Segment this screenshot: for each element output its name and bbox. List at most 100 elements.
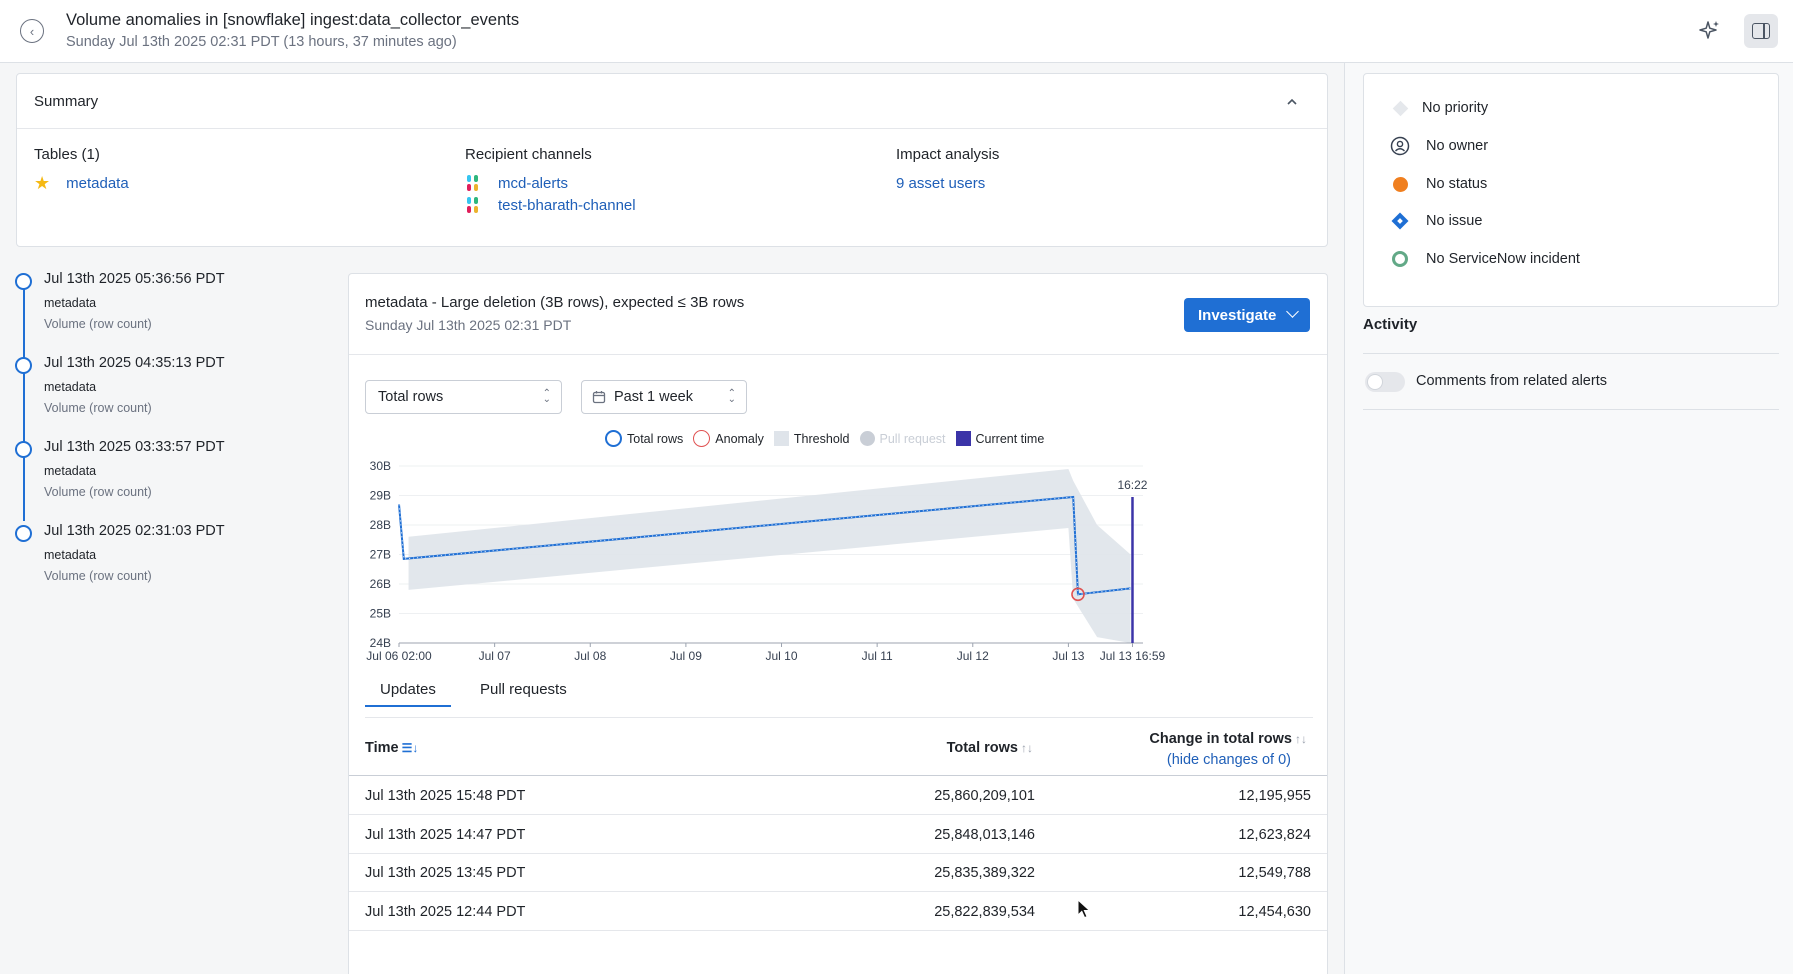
legend-label: Threshold [793,431,850,446]
issue-field[interactable]: No issue [1390,211,1482,231]
cell-total: 25,860,209,101 [934,788,1035,804]
x-tick-label: Jul 08 [574,649,606,663]
page-title: Volume anomalies in [snowflake] ingest:d… [66,11,520,29]
volume-chart: 30B 29B 28B 27B 26B 25B 24BJul 06 02:00 Jul 07 J… [366,459,1166,663]
legend-label: Current time [975,431,1045,446]
tables-heading: Tables (1) [34,146,100,163]
back-icon[interactable]: ‹ [20,19,44,43]
table-row[interactable]: Jul 13th 2025 15:48 PDT 25,860,209,101 12,… [349,777,1327,815]
servicenow-label: No ServiceNow incident [1426,251,1580,267]
owner-field[interactable]: No owner [1390,136,1488,156]
timeline-dot [15,525,32,542]
legend-label: Pull request [879,431,946,446]
sort-icon: ☰↓ [401,741,419,755]
card-subtitle: Sunday Jul 13th 2025 02:31 PDT [365,317,572,333]
timeline-time: Jul 13th 2025 02:31:03 PDT [44,523,225,539]
cell-change: 12,623,824 [1238,826,1311,843]
x-tick-label: Jul 13 16:59 [1100,649,1166,663]
anomaly-detail-card: metadata - Large deletion (3B rows), exp… [348,273,1328,974]
chart-legend: Total rows Anomaly Threshold Pull reques… [605,430,1054,447]
channel-link[interactable]: test-bharath-channel [465,194,636,216]
mouse-cursor-icon [1077,899,1091,919]
priority-field[interactable]: No priority [1390,98,1488,118]
timeline-kind: Volume (row count) [44,401,152,415]
investigate-button[interactable]: Investigate [1184,298,1310,332]
divider [1363,353,1779,354]
table-link-label: metadata [66,174,129,192]
servicenow-field[interactable]: No ServiceNow incident [1390,249,1580,269]
y-tick-label: 24B [370,636,391,650]
metric-select[interactable]: Total rows ⌃ ⌄ [365,380,562,414]
summary-header[interactable]: Summary [17,74,1327,129]
range-select[interactable]: Past 1 week ⌃ ⌄ [581,380,747,414]
status-field[interactable]: No status [1390,174,1487,194]
x-tick-label: Jul 09 [670,649,702,663]
right-sidebar: No priority No owner No status No issue … [1344,63,1793,974]
sparkle-icon[interactable] [1698,19,1722,43]
legend-current-time[interactable]: Current time [955,431,1045,446]
sidebar-panel-icon [1752,23,1770,39]
current-time-label: 16:22 [1117,478,1147,492]
tab-pull-requests[interactable]: Pull requests [480,681,567,698]
divider [349,354,1327,355]
channel-link[interactable]: mcd-alerts [465,172,636,194]
issue-label: No issue [1426,213,1483,229]
channel-label: test-bharath-channel [498,196,636,214]
activity-title: Activity [1363,316,1418,333]
y-tick-label: 28B [370,518,391,532]
recipients-heading: Recipient channels [465,146,592,163]
timeline-time: Jul 13th 2025 03:33:57 PDT [44,439,225,455]
timeline-kind: Volume (row count) [44,569,152,583]
col-total-header[interactable]: Total rows ↑↓ [823,740,1033,756]
timeline-time: Jul 13th 2025 05:36:56 PDT [44,271,225,287]
legend-square-icon [955,431,971,446]
divider [1363,409,1779,410]
impact-link[interactable]: 9 asset users [896,172,999,194]
cell-change: 12,195,955 [1238,788,1311,804]
cell-time: Jul 13th 2025 14:47 PDT [365,826,526,843]
table-link[interactable]: ★ metadata [34,172,129,194]
timeline-dot [15,357,32,374]
col-time-header[interactable]: Time ☰↓ [365,740,418,756]
related-alerts-toggle[interactable] [1365,372,1405,392]
table-row[interactable]: Jul 13th 2025 13:45 PDT 25,835,389,322 12,… [349,854,1327,892]
y-tick-label: 27B [370,548,391,562]
tab-updates[interactable]: Updates [365,681,451,707]
page-subtitle: Sunday Jul 13th 2025 02:31 PDT (13 hours… [66,34,457,50]
priority-label: No priority [1422,100,1489,116]
cell-change: 12,549,788 [1238,865,1311,881]
timeline-kind: Volume (row count) [44,485,152,499]
table-row[interactable]: Jul 13th 2025 14:47 PDT 25,848,013,146 12,… [349,816,1327,854]
timeline-table: metadata [44,464,97,478]
status-dot-icon [1390,174,1410,194]
x-tick-label: Jul 13 [1052,649,1084,663]
sort-icon: ↑↓ [1021,741,1033,755]
slack-icon [465,197,481,213]
timeline-dot [15,441,32,458]
chevron-up-icon[interactable] [1285,95,1299,109]
timeline-kind: Volume (row count) [44,317,152,331]
jira-diamond-icon [1390,211,1410,231]
hide-changes-link[interactable]: (hide changes of 0) [1049,752,1291,768]
timeline-table: metadata [44,296,97,310]
legend-anomaly[interactable]: Anomaly [693,430,764,447]
cell-time: Jul 13th 2025 13:45 PDT [365,865,526,881]
star-icon: ★ [34,172,51,193]
y-tick-label: 26B [370,577,391,591]
legend-pull-request[interactable]: Pull request [859,431,946,446]
table-row[interactable]: Jul 13th 2025 12:44 PDT 25,822,839,534 12,… [349,893,1327,931]
col-time-label: Time [365,740,399,756]
x-tick-label: Jul 12 [957,649,989,663]
summary-panel: Summary Tables (1) ★ metadata Recipient … [16,73,1328,247]
legend-square-icon [773,431,789,446]
legend-threshold[interactable]: Threshold [773,431,850,446]
col-change-header[interactable]: Change in total rows ↑↓ [1049,731,1307,747]
legend-circle-icon [859,431,875,446]
legend-total-rows[interactable]: Total rows [605,430,683,447]
x-tick-label: Jul 07 [479,649,511,663]
tables-section: Tables (1) ★ metadata [34,146,129,194]
cell-total: 25,822,839,534 [934,903,1035,920]
cell-total: 25,835,389,322 [934,865,1035,881]
toggle-panel-button[interactable] [1744,14,1778,48]
toggle-label: Comments from related alerts [1416,373,1607,389]
